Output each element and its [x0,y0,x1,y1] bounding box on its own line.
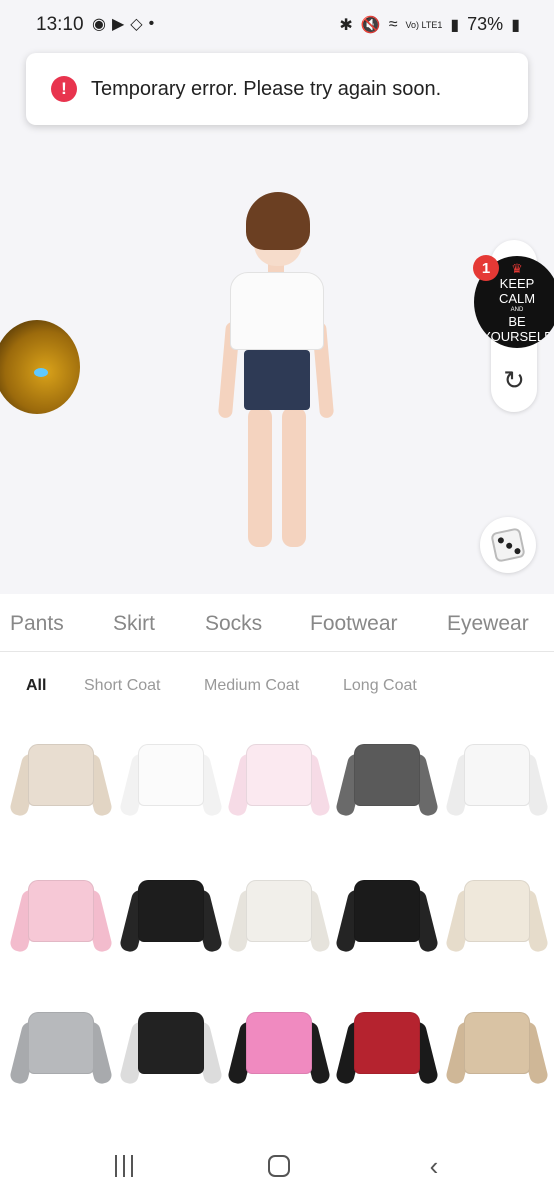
crown-icon: ♛ [511,260,523,276]
avatar-character[interactable] [217,192,335,560]
pink-shrug-item[interactable] [8,866,114,962]
recents-icon [115,1155,133,1177]
back-icon: ‹ [429,1150,439,1181]
error-icon: ! [51,76,77,102]
recents-button[interactable] [104,1148,144,1184]
character-leg-right [282,407,306,547]
system-nav-bar: ‹ [0,1128,554,1200]
tab-pants[interactable]: Pants [10,612,64,636]
item-body [354,744,420,806]
back-button[interactable]: ‹ [414,1148,454,1184]
red-racing-jacket-item[interactable] [334,998,440,1094]
item-body [138,744,204,806]
status-bar: 13:10 ◉ ▶ ◇ • ✱ 🔇 ≈ Vo) LTE1 ▮ 73% ▮ [0,0,554,52]
profile-text-3: AND [510,306,524,313]
randomize-button[interactable] [480,517,536,573]
refresh-button[interactable]: ↻ [491,354,537,406]
toast-message: Temporary error. Please try again soon. [91,77,442,100]
cream-knit-cardigan-item[interactable] [444,866,550,962]
network-label: Vo) LTE1 [405,19,443,30]
notification-icons: ◉ ▶ ◇ • [92,14,154,34]
tab-socks[interactable]: Socks [205,612,262,636]
item-body [464,880,530,942]
dot-icon: • [148,15,155,32]
notification-badge: 1 [473,255,499,281]
tab-footwear[interactable]: Footwear [310,612,398,636]
item-body [138,880,204,942]
item-body [246,880,312,942]
profile-text-1: KEEP [499,275,535,291]
subtab-short-coat[interactable]: Short Coat [84,677,160,695]
pink-bolero-item[interactable] [226,730,332,826]
profile-text-4: BE [508,313,526,329]
item-body [138,1012,204,1074]
subcategory-tabs: All Short Coat Medium Coat Long Coat [0,653,554,713]
item-body [28,880,94,942]
grey-crop-top-item[interactable] [334,730,440,826]
item-body [354,1012,420,1074]
signal-icon: ▮ [450,16,460,34]
character-shorts [244,350,310,410]
youtube-icon: ▶ [111,16,125,33]
black-shrug-item[interactable] [118,866,224,962]
character-leg-left [248,407,272,547]
system-icons: ✱ 🔇 ≈ Vo) LTE1 ▮ 73% ▮ [339,14,520,35]
home-button[interactable] [259,1148,299,1184]
refresh-icon: ↻ [503,364,525,395]
item-body [246,744,312,806]
battery-percent: 73% [467,14,504,34]
item-body [464,1012,530,1074]
item-body [246,1012,312,1074]
item-body [28,1012,94,1074]
home-icon [268,1155,290,1177]
character-shirt [230,272,324,350]
mute-icon: 🔇 [360,16,381,34]
subtab-all[interactable]: All [26,677,46,695]
battery-icon: ▮ [511,16,520,34]
black-jacket-item[interactable] [334,866,440,962]
discord-icon: ◉ [92,16,106,33]
subtab-long-coat[interactable]: Long Coat [343,677,417,695]
subtab-medium-coat[interactable]: Medium Coat [204,677,299,695]
cream-cardigan-item[interactable] [8,730,114,826]
bluetooth-icon: ✱ [339,16,353,34]
avatar-eye [34,368,48,377]
status-time: 13:10 [36,14,84,35]
character-hair [246,192,310,250]
grey-knit-cardigan-item[interactable] [8,998,114,1094]
dice-icon [490,527,526,563]
item-body [28,744,94,806]
tab-eyewear[interactable]: Eyewear [447,612,529,636]
profile-text-2: CALM [498,290,536,306]
clothing-item-grid [0,716,554,1126]
item-body [354,880,420,942]
white-bolero-item[interactable] [118,730,224,826]
tab-skirt[interactable]: Skirt [113,612,155,636]
beige-trench-jacket-item[interactable] [444,998,550,1094]
wifi-icon: ≈ [388,15,398,33]
error-toast: ! Temporary error. Please try again soon… [26,53,528,125]
category-tabs: Pants Skirt Socks Footwear Eyewear [0,594,554,652]
diamond-icon: ◇ [130,16,143,33]
black-white-racing-jacket-item[interactable] [118,998,224,1094]
item-body [464,744,530,806]
white-shrug-item[interactable] [444,730,550,826]
pink-flame-jacket-item[interactable] [226,998,332,1094]
white-fur-jacket-item[interactable] [226,866,332,962]
